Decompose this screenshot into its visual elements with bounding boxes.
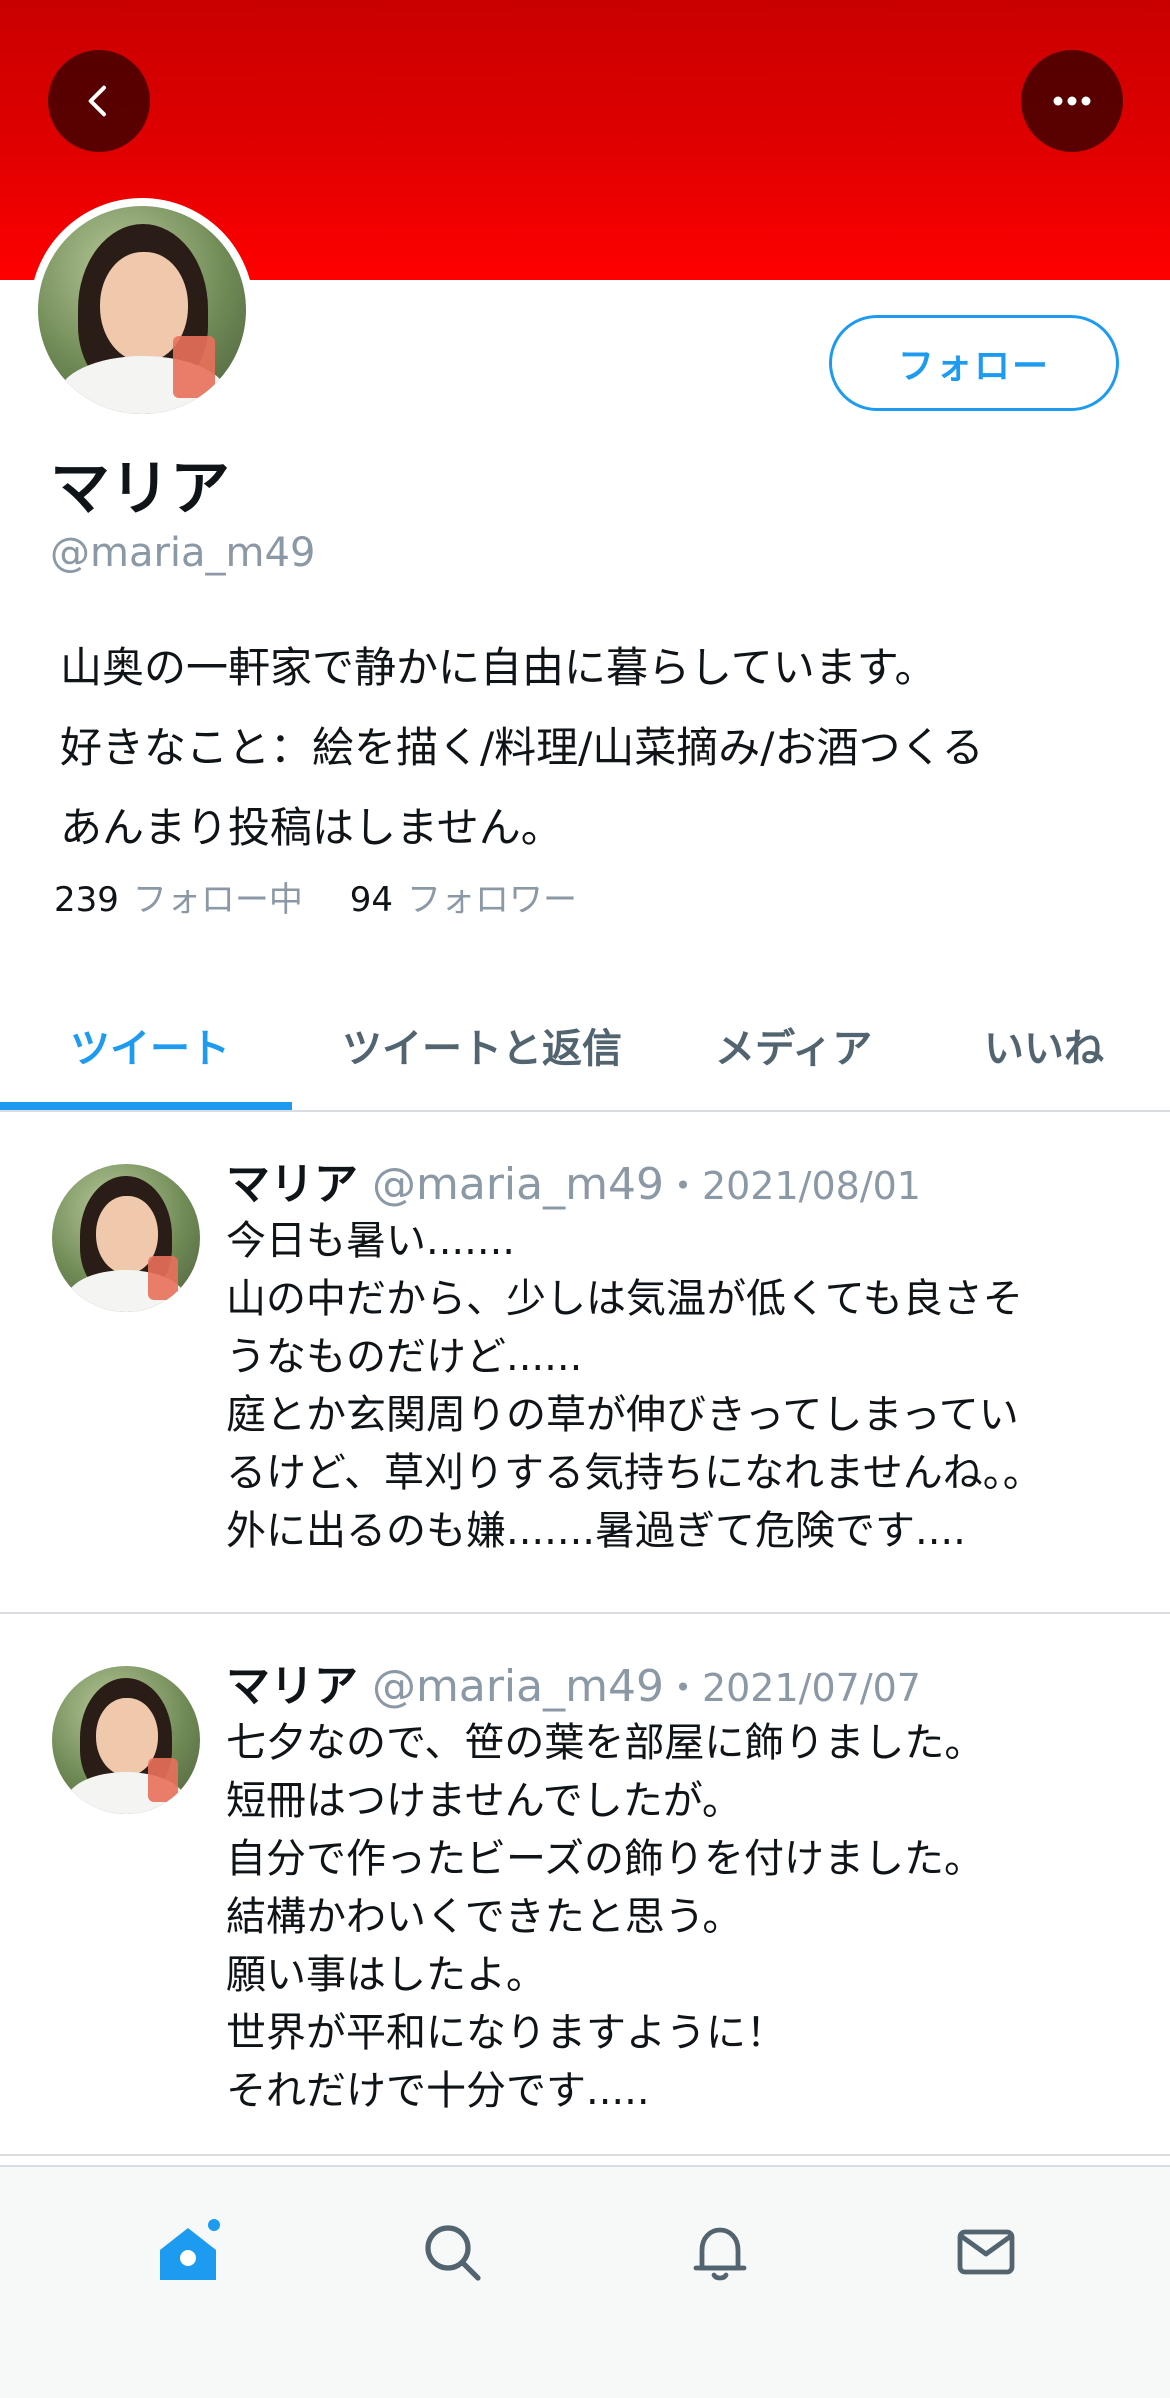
profile-handle: @maria_m49 [50, 530, 316, 576]
followers-link[interactable]: 94 フォロワー [350, 880, 613, 920]
profile-stats: 239 フォロー中 94 フォロワー [54, 872, 613, 921]
chevron-left-icon [88, 85, 106, 117]
tweet-author-name: マリア [226, 1661, 358, 1712]
back-button[interactable] [48, 50, 150, 152]
following-link[interactable]: 239 フォロー中 [54, 880, 350, 920]
bottom-nav [0, 2165, 1170, 2398]
tweet-header: マリア @maria_m49・2021/08/01 [226, 1148, 921, 1212]
tab-likes[interactable]: いいね [984, 1016, 1104, 1074]
bio-line: 好きなこと：絵を描く/料理/山菜摘み/お酒つくる [60, 723, 984, 772]
bio-line: 山奥の一軒家で静かに自由に暮らしています。 [60, 643, 937, 692]
tweet-header: マリア @maria_m49・2021/07/07 [226, 1650, 921, 1714]
followers-count: 94 [349, 880, 393, 920]
profile-tabs: ツイート ツイートと返信 メディア いいね [0, 980, 1170, 1112]
profile-avatar[interactable] [30, 198, 254, 422]
profile-name: マリア [50, 454, 230, 524]
tweet-item[interactable]: マリア @maria_m49・2021/08/01 今日も暑い....... 山の… [0, 1112, 1170, 1614]
more-button[interactable] [1021, 50, 1123, 152]
home-icon [160, 2219, 220, 2280]
tweet-avatar[interactable] [52, 1164, 200, 1312]
mail-icon [957, 2229, 1015, 2275]
more-horizontal-icon [1053, 96, 1091, 106]
search-icon [425, 2225, 481, 2281]
tweet-author-handle: @maria_m49 [372, 1661, 664, 1712]
tweet-date: ・2021/08/01 [663, 1164, 921, 1208]
tweet-text: 七夕なので、笹の葉を部屋に飾りました。 短冊はつけませんでしたが。 自分で作った… [226, 1720, 985, 2114]
tab-tweets-and-replies[interactable]: ツイートと返信 [342, 1016, 622, 1074]
tweet-author-name: マリア [226, 1159, 358, 1210]
following-count: 239 [54, 880, 119, 920]
tweet-date: ・2021/07/07 [663, 1666, 921, 1710]
tweet-text: 今日も暑い....... 山の中だから、少しは気温が低くても良さそ うなものだけ… [226, 1218, 1043, 1554]
tab-media[interactable]: メディア [715, 1016, 872, 1074]
bio-line: あんまり投稿はしません。 [60, 803, 563, 852]
following-label: フォロー中 [132, 880, 303, 920]
nav-home[interactable] [148, 2212, 228, 2292]
nav-messages[interactable] [946, 2212, 1026, 2292]
follow-button[interactable]: フォロー [829, 315, 1119, 411]
tab-tweets[interactable]: ツイート [70, 1016, 230, 1074]
tweet-avatar[interactable] [52, 1666, 200, 1814]
active-tab-indicator [0, 1102, 292, 1110]
tweet-author-handle: @maria_m49 [372, 1159, 664, 1210]
profile-bio: 山奥の一軒家で静かに自由に暮らしています。 好きなこと：絵を描く/料理/山菜摘み… [60, 628, 984, 868]
bell-icon [693, 2227, 747, 2281]
nav-notifications[interactable] [680, 2212, 760, 2292]
followers-label: フォロワー [406, 880, 577, 920]
tweet-item[interactable]: マリア @maria_m49・2021/07/07 七夕なので、笹の葉を部屋に飾り… [0, 1614, 1170, 2156]
nav-search[interactable] [412, 2212, 492, 2292]
